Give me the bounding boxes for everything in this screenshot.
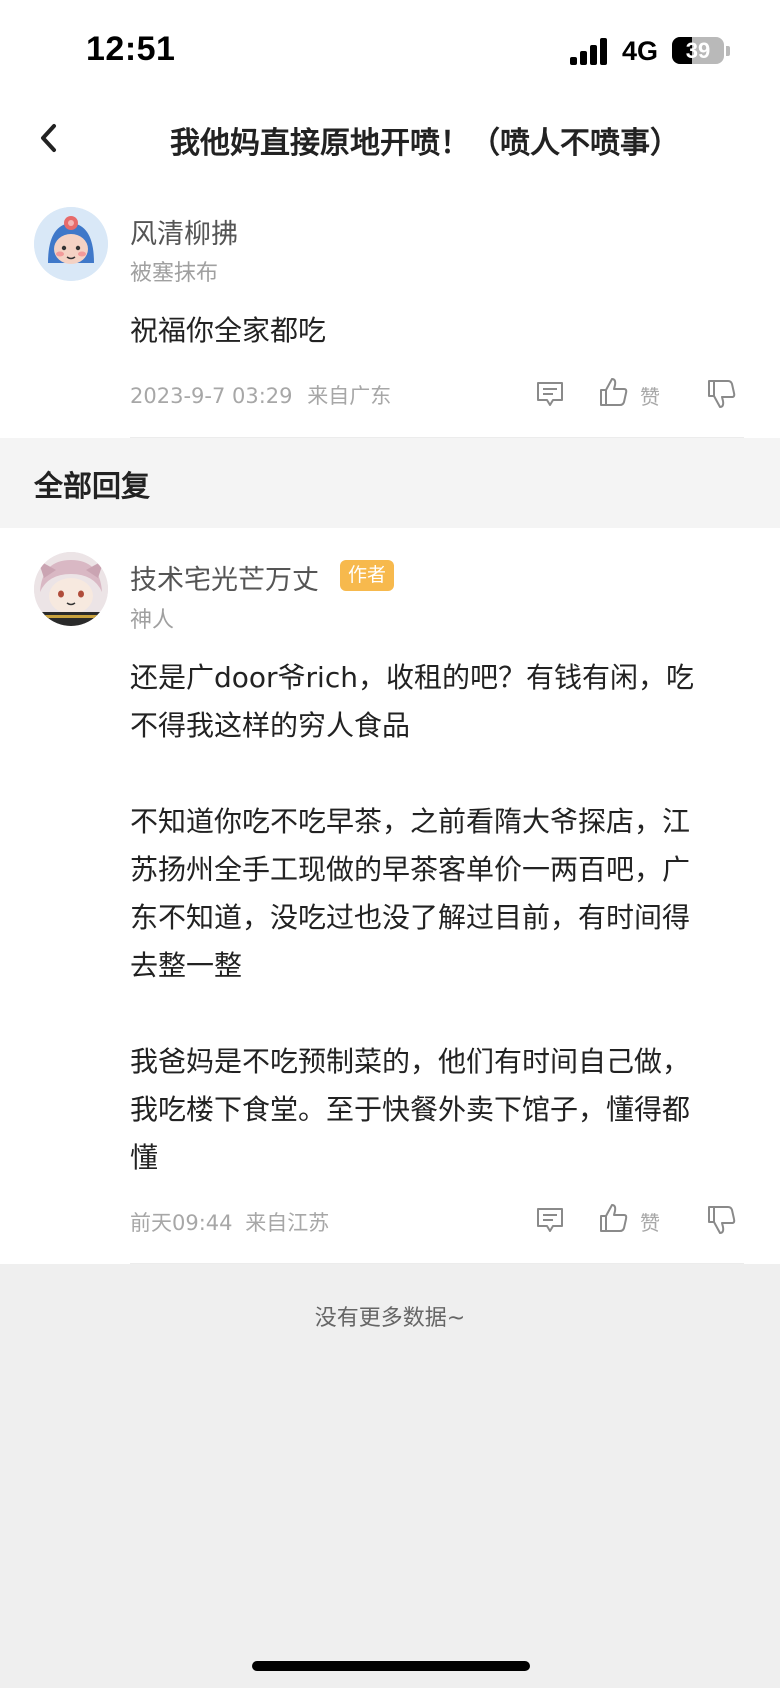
- battery-tip: [726, 46, 730, 56]
- reply-username[interactable]: 技术宅光芒万丈: [130, 558, 319, 597]
- thumbs-down-icon[interactable]: [706, 378, 738, 410]
- reply-text-line: 苏扬州全手工现做的早茶客单价一两百吧，广: [130, 853, 691, 886]
- reply-text-line: [130, 990, 750, 1038]
- page-title: 我他妈直接原地开喷！（喷人不喷事）: [170, 126, 680, 161]
- replies-section-title: 全部回复: [34, 469, 151, 503]
- battery-percent: 39: [685, 38, 711, 63]
- reply-text-line: 不得我这样的穷人食品: [130, 709, 411, 742]
- battery-icon: 39: [672, 37, 724, 64]
- reply-icon[interactable]: [534, 378, 566, 410]
- reply-text-line: 我吃楼下食堂。至于快餐外卖下馆子，懂得都: [130, 1093, 691, 1126]
- main-comment-location: 来自广东: [307, 384, 392, 408]
- reply-avatar[interactable]: [34, 552, 108, 626]
- status-time: 12:51: [86, 30, 176, 68]
- reply-text-line: 懂: [130, 1141, 159, 1174]
- main-comment-username[interactable]: 风清柳拂: [130, 212, 238, 251]
- reply-like-label[interactable]: 赞: [640, 1207, 660, 1236]
- author-badge: 作者: [340, 560, 395, 591]
- avatar[interactable]: [34, 207, 108, 281]
- thumbs-down-icon[interactable]: [706, 1204, 738, 1236]
- reply-text-line: [130, 750, 750, 798]
- network-type: 4G: [622, 36, 659, 66]
- main-comment-meta: 2023-9-7 03:29 来自广东: [130, 380, 391, 410]
- main-comment-user-tag: 被塞抹布: [130, 261, 219, 286]
- reply-text: 还是广door爷rich，收租的吧？有钱有闲，吃 不得我这样的穷人食品 不知道你…: [130, 654, 750, 1182]
- reply-user-tag: 神人: [130, 608, 175, 633]
- no-more-data-text: 没有更多数据~: [314, 1306, 466, 1331]
- reply-text-line: 去整一整: [130, 949, 243, 982]
- divider: [130, 1263, 744, 1264]
- reply-icon[interactable]: [534, 1204, 566, 1236]
- home-indicator[interactable]: [252, 1661, 530, 1671]
- reply-text-line: 我爸妈是不吃预制菜的，他们有时间自己做，: [130, 1045, 691, 1078]
- avatar-cartoon-icon: [34, 207, 108, 281]
- signal-icon: [570, 38, 610, 65]
- reply-text-line: 还是广door爷rich，收租的吧？有钱有闲，吃: [130, 661, 694, 694]
- reply-text-line: 不知道你吃不吃早茶，之前看隋大爷探店，江: [130, 805, 691, 838]
- reply-meta: 前天09:44 来自江苏: [130, 1207, 329, 1237]
- reply-text-line: 东不知道，没吃过也没了解过目前，有时间得: [130, 901, 691, 934]
- thumbs-up-icon[interactable]: [598, 376, 630, 408]
- thumbs-up-icon[interactable]: [598, 1202, 630, 1234]
- reply-location: 来自江苏: [245, 1211, 330, 1235]
- chevron-left-icon: [41, 124, 56, 152]
- reply-date: 前天09:44: [130, 1211, 233, 1235]
- main-comment-like-label[interactable]: 赞: [640, 381, 660, 410]
- avatar-anime-icon: [34, 552, 108, 626]
- back-button[interactable]: [30, 118, 70, 158]
- status-bar: 12:51 4G 39: [0, 0, 780, 100]
- main-comment-date: 2023-9-7 03:29: [130, 384, 293, 408]
- main-comment-text: 祝福你全家都吃: [130, 314, 327, 347]
